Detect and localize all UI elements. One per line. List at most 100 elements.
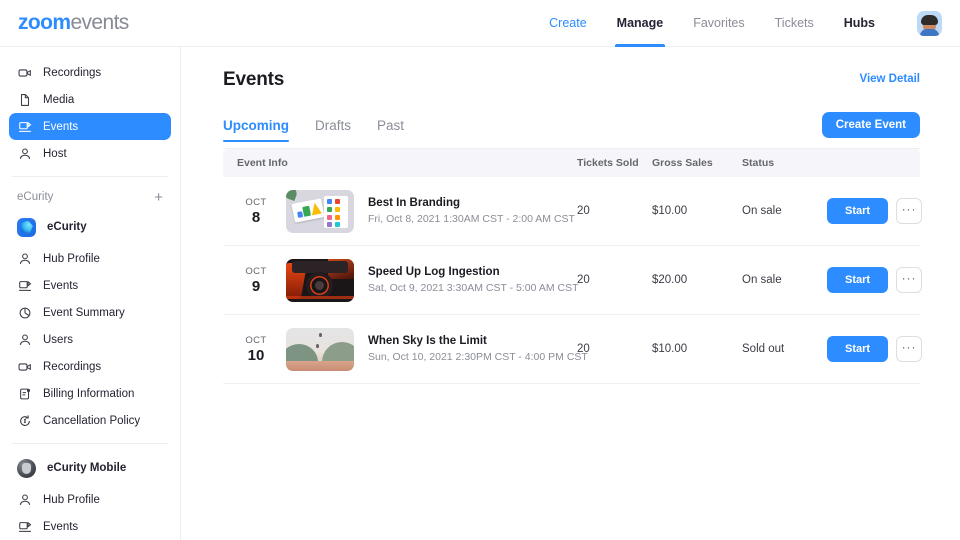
sidebar-item-users[interactable]: Users (9, 326, 171, 353)
zoom-events-logo[interactable]: zoomevents (18, 11, 129, 35)
more-options-icon[interactable]: ··· (896, 267, 922, 293)
event-time: Sun, Oct 10, 2021 2:30PM CST - 4:00 PM C… (368, 351, 577, 363)
logo-zoom-text: zoom (18, 11, 70, 35)
event-day: 9 (237, 278, 275, 295)
start-button[interactable]: Start (827, 267, 888, 293)
sidebar-label: Hub Profile (43, 253, 100, 265)
view-detail-link[interactable]: View Detail (859, 69, 920, 85)
person-icon (17, 332, 32, 347)
column-header-tickets-sold: Tickets Sold (577, 157, 652, 169)
event-text: When Sky Is the Limit Sun, Oct 10, 2021 … (368, 335, 577, 363)
sidebar-item-hub-recordings[interactable]: Recordings (9, 353, 171, 380)
start-button[interactable]: Start (827, 198, 888, 224)
column-header-status: Status (742, 157, 827, 169)
sidebar-label: Events (43, 521, 78, 533)
status-value: Sold out (742, 343, 827, 355)
table-row[interactable]: OCT 10 When Sky Is the Limit Sun, Oct 10… (223, 315, 920, 384)
sidebar-label: Event Summary (43, 307, 125, 319)
main-header: Events View Detail (223, 69, 920, 91)
sidebar-item-recordings[interactable]: Recordings (9, 59, 171, 86)
row-actions: Start ··· (827, 198, 922, 224)
sidebar-item-billing-information[interactable]: Billing Information (9, 380, 171, 407)
sidebar-label: Users (43, 334, 73, 346)
nav-create[interactable]: Create (549, 0, 587, 47)
start-button[interactable]: Start (827, 336, 888, 362)
sidebar-item-media[interactable]: Media (9, 86, 171, 113)
status-value: On sale (742, 274, 827, 286)
person-icon (17, 146, 32, 161)
avatar-body (920, 29, 939, 36)
person-icon (17, 251, 32, 266)
sidebar-item-mobile-events[interactable]: Events (9, 513, 171, 540)
ecurity-app-icon (17, 218, 36, 237)
avatar[interactable] (917, 11, 942, 36)
more-options-icon[interactable]: ··· (896, 198, 922, 224)
table-header: Event Info Tickets Sold Gross Sales Stat… (223, 149, 920, 177)
sidebar-label: Recordings (43, 361, 101, 373)
event-time: Sat, Oct 9, 2021 3:30AM CST - 5:00 AM CS… (368, 282, 577, 294)
sidebar-item-host[interactable]: Host (9, 140, 171, 167)
gross-sales-value: $10.00 (652, 343, 742, 355)
plant-leaf (286, 190, 299, 201)
zoom-events-app: zoomevents Create Manage Favorites Ticke… (0, 0, 960, 540)
sidebar-label: Events (43, 280, 78, 292)
tab-past[interactable]: Past (377, 118, 404, 142)
event-text: Best In Branding Fri, Oct 8, 2021 1:30AM… (368, 197, 575, 225)
nav-favorites[interactable]: Favorites (693, 0, 744, 47)
sidebar-label: Events (43, 121, 78, 133)
column-header-gross-sales: Gross Sales (652, 157, 742, 169)
event-time: Fri, Oct 8, 2021 1:30AM CST - 2:00 AM CS… (368, 213, 575, 225)
sidebar-item-cancellation-policy[interactable]: Cancellation Policy (9, 407, 171, 434)
create-event-button[interactable]: Create Event (822, 112, 920, 138)
main-content: Events View Detail Upcoming Drafts Past … (181, 47, 960, 540)
sidebar-label: Hub Profile (43, 494, 100, 506)
row-actions: Start ··· (827, 336, 922, 362)
tab-bar: Upcoming Drafts Past Create Event (223, 112, 920, 142)
icon-sheet (324, 196, 348, 228)
events-table: Event Info Tickets Sold Gross Sales Stat… (223, 148, 920, 384)
pie-chart-icon (17, 305, 32, 320)
table-row[interactable]: OCT 8 Best (223, 177, 920, 246)
more-options-icon[interactable]: ··· (896, 336, 922, 362)
tab-upcoming[interactable]: Upcoming (223, 118, 289, 142)
event-info-cell: OCT 10 When Sky Is the Limit Sun, Oct 10… (237, 328, 577, 371)
sidebar-item-events[interactable]: Events (9, 113, 171, 140)
event-info-cell: OCT 9 Speed Up Log Ingestion Sat, Oct 9,… (237, 259, 577, 302)
car-interior-thumbnail (286, 259, 354, 302)
avatar-hair (921, 15, 938, 25)
sidebar-item-hub-events[interactable]: Events (9, 272, 171, 299)
event-month: OCT (237, 335, 275, 346)
event-date: OCT 10 (237, 335, 275, 364)
tickets-sold-value: 20 (577, 343, 652, 355)
branding-design-thumbnail (286, 190, 354, 233)
screen-share-icon (17, 278, 32, 293)
sidebar-label: Host (43, 148, 67, 160)
sidebar-item-hub-profile[interactable]: Hub Profile (9, 245, 171, 272)
top-navigation: Create Manage Favorites Tickets Hubs (549, 0, 942, 47)
add-hub-icon[interactable]: + (154, 190, 163, 205)
gross-sales-value: $20.00 (652, 274, 742, 286)
logo-events-text: events (70, 11, 128, 35)
column-header-event-info: Event Info (237, 157, 577, 169)
hub-label: eCurity (47, 221, 87, 233)
nav-manage[interactable]: Manage (617, 0, 664, 47)
tab-drafts[interactable]: Drafts (315, 118, 351, 142)
sidebar-label: Cancellation Policy (43, 415, 140, 427)
event-text: Speed Up Log Ingestion Sat, Oct 9, 2021 … (368, 266, 577, 294)
table-row[interactable]: OCT 9 Speed Up Log Ingestion Sat, Oct 9,… (223, 246, 920, 315)
event-month: OCT (237, 197, 275, 208)
sidebar-item-mobile-hub-profile[interactable]: Hub Profile (9, 486, 171, 513)
hub-ecurity[interactable]: eCurity (9, 213, 171, 241)
design-card (291, 198, 324, 222)
top-bar: zoomevents Create Manage Favorites Ticke… (0, 0, 960, 47)
event-month: OCT (237, 266, 275, 277)
screen-share-icon (17, 119, 32, 134)
hub-ecurity-mobile[interactable]: eCurity Mobile (9, 454, 171, 482)
event-title: Speed Up Log Ingestion (368, 266, 577, 278)
event-date: OCT 9 (237, 266, 275, 295)
nav-tickets[interactable]: Tickets (775, 0, 814, 47)
sidebar-item-event-summary[interactable]: Event Summary (9, 299, 171, 326)
event-title: When Sky Is the Limit (368, 335, 577, 347)
sidebar: Recordings Media Events (0, 47, 181, 540)
nav-hubs[interactable]: Hubs (844, 0, 875, 47)
